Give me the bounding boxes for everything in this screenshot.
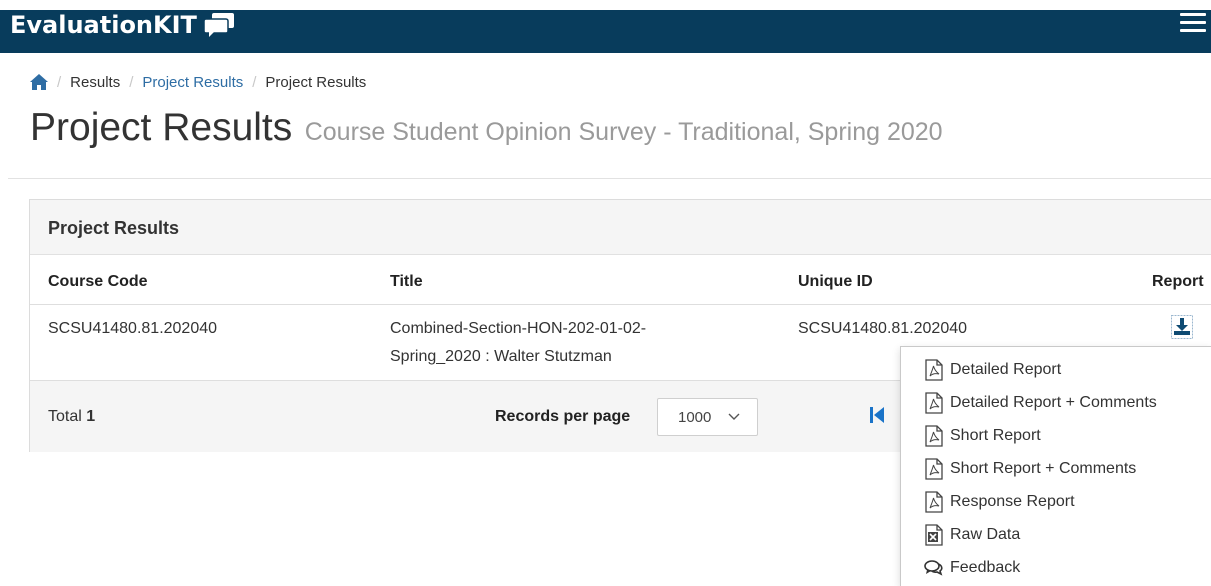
column-header-unique-id: Unique ID (798, 273, 873, 290)
cell-title-line1: Combined-Section-HON-202-01-02- (390, 320, 647, 337)
panel-heading: Project Results (30, 200, 1211, 255)
download-report-icon[interactable] (1171, 315, 1193, 339)
hamburger-menu-icon[interactable] (1180, 13, 1206, 33)
column-header-report: Report (1152, 273, 1204, 290)
panel-heading-text: Project Results (48, 218, 180, 238)
menu-item-raw-data[interactable]: Raw Data (924, 521, 1020, 549)
pdf-icon (925, 458, 943, 480)
title-divider (8, 178, 1211, 179)
menu-item-label: Short Report (950, 427, 1041, 444)
records-per-page-select[interactable]: 1000 (657, 398, 758, 436)
breadcrumb-separator: / (57, 73, 62, 91)
breadcrumb-project-results-link[interactable]: Project Results (142, 74, 243, 91)
page-subtitle: Course Student Opinion Survey - Traditio… (304, 118, 943, 146)
page-title: Project Results Course Student Opinion S… (30, 106, 943, 150)
comments-icon (924, 560, 943, 576)
total-label: Total (48, 408, 82, 425)
menu-item-response-report[interactable]: Response Report (924, 488, 1075, 516)
header-divider (30, 304, 1211, 305)
pdf-icon (925, 491, 943, 513)
breadcrumb-separator: / (129, 73, 134, 91)
menu-item-short-report[interactable]: Short Report (924, 422, 1041, 450)
app-logo[interactable]: EvaluationKIT (10, 11, 237, 39)
total-value: 1 (86, 408, 96, 425)
pdf-icon (925, 392, 943, 414)
first-page-icon[interactable] (870, 406, 884, 424)
total-count: Total 1 (48, 408, 95, 426)
menu-item-label: Response Report (950, 493, 1075, 510)
breadcrumb-separator: / (252, 73, 257, 91)
records-per-page-value: 1000 (678, 409, 712, 426)
top-strip (0, 0, 1211, 10)
cell-title-line2: Spring_2020 : Walter Stutzman (390, 348, 612, 365)
breadcrumb: / Results / Project Results / Project Re… (30, 72, 366, 92)
pdf-icon (925, 425, 943, 447)
breadcrumb-current: Project Results (265, 73, 367, 91)
cell-unique-id: SCSU41480.81.202040 (798, 320, 968, 337)
column-header-course-code: Course Code (48, 273, 148, 290)
breadcrumb-results: Results (70, 73, 121, 91)
menu-item-label: Detailed Report + Comments (950, 394, 1157, 411)
chevron-down-icon (728, 413, 740, 420)
report-dropdown-menu: Detailed Report Detailed Report + Commen… (900, 346, 1211, 586)
home-icon[interactable] (30, 74, 48, 90)
column-header-title: Title (390, 273, 423, 290)
records-per-page-label: Records per page (495, 408, 631, 425)
menu-item-feedback[interactable]: Feedback (924, 554, 1020, 582)
logo-text: EvaluationKIT (10, 11, 197, 39)
menu-item-detailed-report[interactable]: Detailed Report (924, 356, 1061, 384)
page-title-main: Project Results (30, 106, 293, 149)
cell-course-code: SCSU41480.81.202040 (48, 320, 218, 337)
menu-item-label: Short Report + Comments (950, 460, 1137, 477)
menu-item-detailed-report-comments[interactable]: Detailed Report + Comments (924, 389, 1157, 417)
excel-icon (925, 524, 943, 546)
pdf-icon (925, 359, 943, 381)
menu-item-short-report-comments[interactable]: Short Report + Comments (924, 455, 1136, 483)
menu-item-label: Raw Data (950, 526, 1021, 543)
speech-bubble-icon (203, 13, 234, 37)
menu-item-label: Detailed Report (950, 361, 1062, 378)
menu-item-label: Feedback (950, 559, 1021, 576)
